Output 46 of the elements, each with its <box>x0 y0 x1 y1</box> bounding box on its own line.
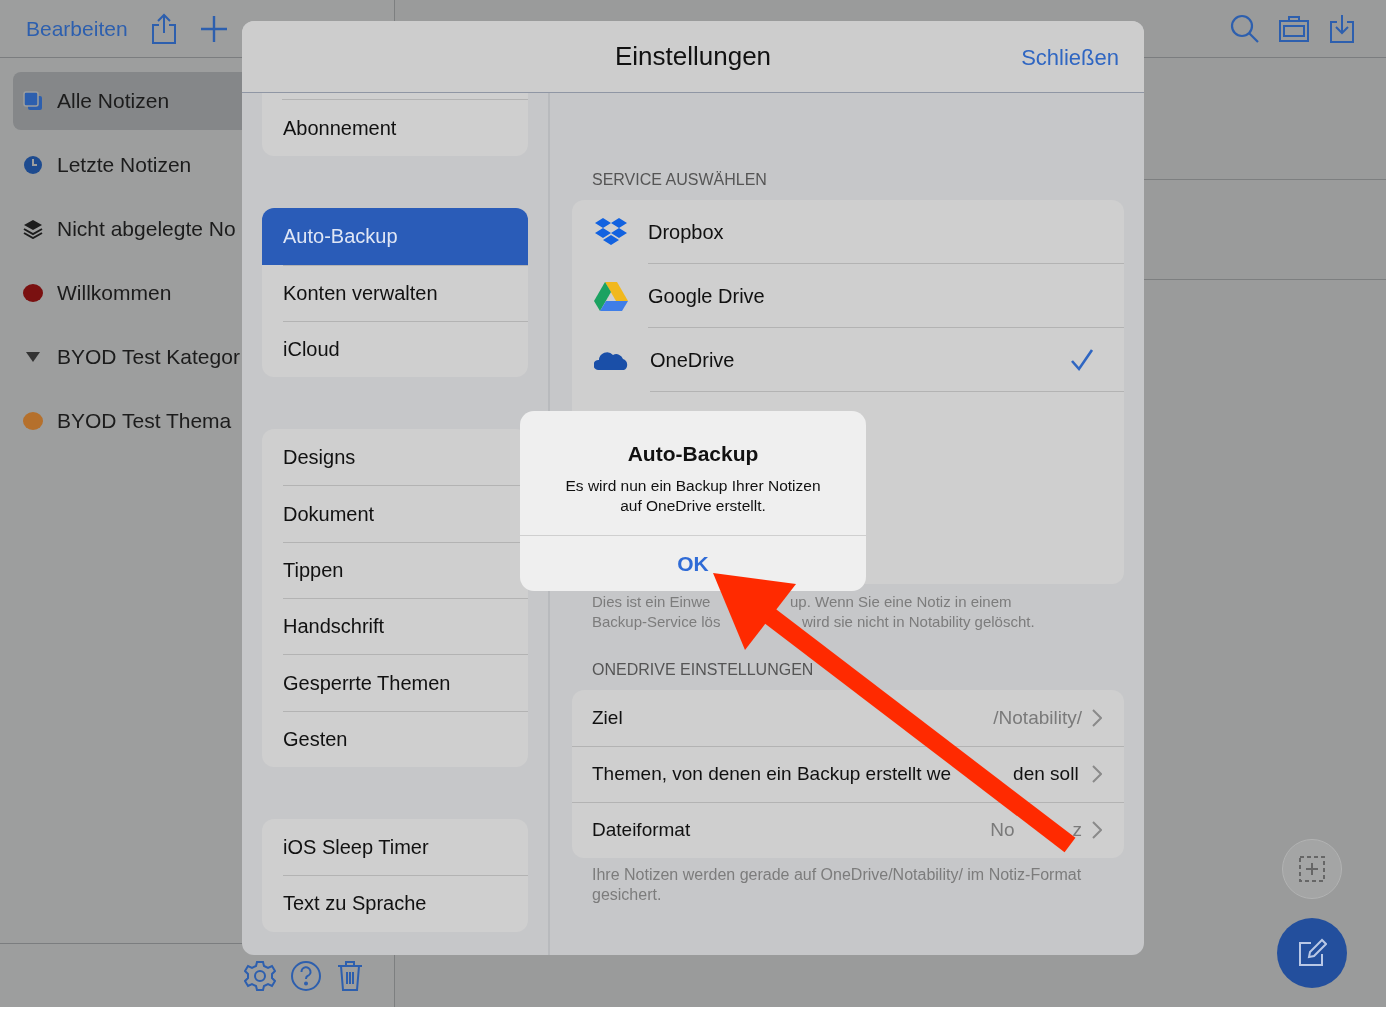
drive-icon <box>594 281 628 311</box>
settings-row-label[interactable]: Ziel <box>592 703 623 733</box>
settings-menu-item[interactable]: Gesten <box>262 710 528 767</box>
sheet-title: Einstellungen <box>614 40 772 73</box>
chevron-icon <box>1092 821 1102 839</box>
alert-message: Es wird nun ein Backup Ihrer Notizen auf OneDrive erstellt. <box>564 475 822 516</box>
dashed-plus-icon <box>1298 855 1326 883</box>
settings-row-label[interactable]: Themen, von denen ein Backup erstellt we <box>592 759 952 789</box>
download-icon[interactable] <box>1328 13 1356 44</box>
footer-note: wird sie nicht in Notability gelöscht. <box>802 612 1035 632</box>
footer-note: Dies ist ein Einwe <box>592 592 712 612</box>
settings-row-label[interactable]: den soll <box>1013 759 1079 789</box>
add-icon[interactable] <box>199 14 228 43</box>
dropbox-icon <box>594 217 628 247</box>
trash-icon[interactable] <box>336 959 364 992</box>
settings-row-value: No <box>990 817 1015 842</box>
settings-menu-item[interactable]: Gesperrte Themen <box>262 654 528 711</box>
clock-icon <box>23 155 43 175</box>
settings-icon[interactable] <box>244 959 276 992</box>
briefcase-icon[interactable] <box>1278 14 1310 43</box>
settings-row-label[interactable]: Dateiformat <box>592 815 691 845</box>
edit-icon <box>1297 938 1327 968</box>
settings-menu-item[interactable]: Text zu Sprache <box>262 875 528 932</box>
service-option[interactable]: Google Drive <box>648 280 765 311</box>
layers-icon <box>23 219 43 239</box>
search-icon[interactable] <box>1230 13 1260 44</box>
section-header: ONEDRIVE EINSTELLUNGEN <box>591 660 815 680</box>
settings-row-value: /Notability/ <box>993 705 1082 730</box>
notes-icon <box>23 91 43 111</box>
settings-menu-item[interactable]: iOS Sleep Timer <box>262 818 528 876</box>
section-header: SERVICE AUSWÄHLEN <box>591 170 768 190</box>
alert-title: Auto-Backup <box>626 441 760 467</box>
chevron-icon <box>1092 765 1102 783</box>
settings-menu-item[interactable]: iCloud <box>262 320 528 378</box>
settings-menu-item[interactable]: Handschrift <box>262 598 528 655</box>
settings-menu-item[interactable]: Auto-Backup <box>262 208 528 265</box>
settings-row-value: z <box>1072 817 1082 842</box>
settings-menu-item[interactable]: Konten verwalten <box>262 264 528 321</box>
chevron-icon <box>1092 709 1102 727</box>
share-icon[interactable] <box>149 12 178 45</box>
service-option[interactable]: Dropbox <box>648 216 724 247</box>
footer-note: up. Wenn Sie eine Notiz in einem <box>790 592 1012 612</box>
footer-note: Backup-Service lös <box>592 612 722 632</box>
help-icon[interactable] <box>290 959 322 992</box>
service-option[interactable]: OneDrive <box>650 344 735 375</box>
footer-note: Ihre Notizen werden gerade auf OneDrive/Notability/ im Notiz-Format gesichert. <box>591 865 1083 905</box>
